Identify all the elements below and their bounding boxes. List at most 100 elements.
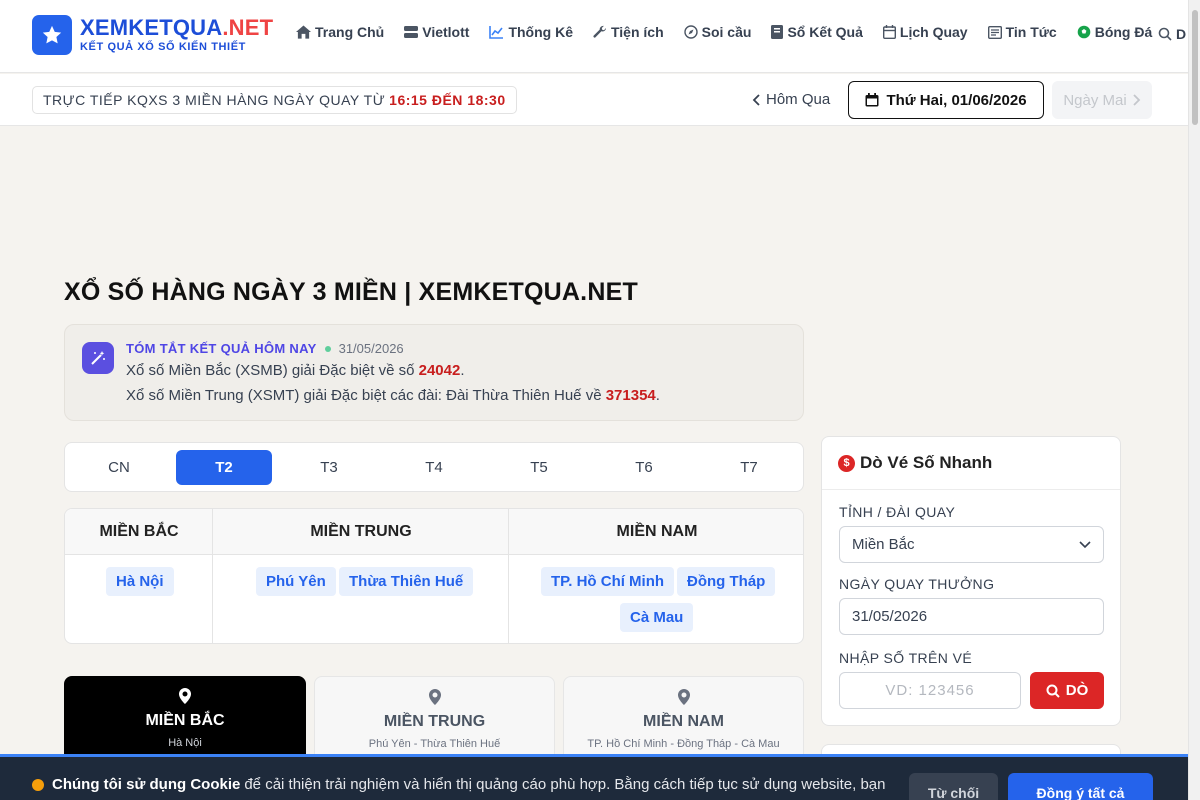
check-ticket-button[interactable]: DÒ	[1030, 672, 1104, 709]
nav-label: Tiện ích	[610, 24, 664, 40]
divider	[508, 509, 509, 643]
page-title: XỔ SỐ HÀNG NGÀY 3 MIỀN | XEMKETQUA.NET	[64, 278, 638, 306]
tab-t3[interactable]: T3	[281, 450, 377, 485]
tab-t7[interactable]: T7	[701, 450, 797, 485]
next-day-label: Ngày Mai	[1063, 91, 1127, 109]
logo-title-domain: .NET	[222, 15, 274, 40]
result-tab-name: MIỀN BẮC	[145, 712, 225, 729]
header-mien-trung: MIỀN TRUNG	[213, 509, 509, 555]
site-logo[interactable]: XEMKETQUA.NET KẾT QUẢ XỔ SỐ KIẾN THIẾT	[32, 15, 273, 55]
accept-all-cookies-button[interactable]: Đồng ý tất cả	[1008, 773, 1153, 800]
chevron-right-icon	[1133, 94, 1140, 106]
prev-day-button[interactable]: Hôm Qua	[752, 91, 830, 108]
result-tab-mien-bac[interactable]: MIỀN BẮC Hà Nội	[64, 676, 306, 766]
cookie-heading: Chúng tôi sử dụng Cookie	[52, 776, 241, 793]
station-ca-mau[interactable]: Cà Mau	[620, 603, 694, 632]
card-header: $ Dò Vé Số Nhanh	[822, 437, 1120, 490]
nav-label: Soi cầu	[701, 24, 752, 40]
province-select[interactable]: Miền Bắc	[839, 526, 1104, 563]
nav-thong-ke[interactable]: Thống Kê	[489, 24, 573, 40]
nav-bong-da[interactable]: Bóng Đá	[1077, 24, 1152, 40]
logo-title-main: XEMKETQUA	[80, 15, 223, 40]
ticket-number-placeholder: VD: 123456	[885, 682, 975, 699]
nav-soi-cau[interactable]: Soi cầu	[683, 24, 752, 40]
date-picker-button[interactable]: Thứ Hai, 01/06/2026	[848, 81, 1044, 119]
server-icon	[404, 25, 419, 38]
summary-line-xsmt: Xổ số Miền Trung (XSMT) giải Đặc biệt cá…	[126, 387, 660, 404]
site-header: XEMKETQUA.NET KẾT QUẢ XỔ SỐ KIẾN THIẾT T…	[0, 0, 1188, 73]
nav-tien-ich[interactable]: Tiện ích	[593, 24, 664, 40]
result-tab-name: MIỀN NAM	[643, 713, 724, 730]
divider	[212, 509, 213, 643]
draw-date-value: 31/05/2026	[852, 608, 928, 625]
nav-search-label: D	[1176, 26, 1187, 42]
summary-line-text: Xổ số Miền Bắc (XSMB) giải Đặc biệt về s…	[126, 362, 415, 379]
prev-day-label: Hôm Qua	[766, 91, 831, 108]
compass-icon	[683, 25, 698, 39]
card-title: Dò Vé Số Nhanh	[860, 453, 993, 472]
scrollbar-thumb[interactable]	[1192, 10, 1198, 125]
tab-t5[interactable]: T5	[491, 450, 587, 485]
tab-t4[interactable]: T4	[386, 450, 482, 485]
calendar-icon	[865, 93, 879, 107]
search-icon	[1046, 684, 1060, 698]
station-ha-noi[interactable]: Hà Nội	[106, 567, 174, 596]
station-dong-thap[interactable]: Đồng Tháp	[677, 567, 776, 596]
chevron-down-icon	[1079, 540, 1091, 548]
header-mien-nam: MIỀN NAM	[509, 509, 803, 555]
wrench-icon	[593, 25, 606, 38]
weekday-tabs: CN T2 T3 T4 T5 T6 T7	[64, 442, 804, 492]
nav-vietlott[interactable]: Vietlott	[404, 24, 469, 40]
magic-wand-icon	[82, 342, 114, 374]
nav-label: Sổ Kết Quả	[787, 24, 863, 40]
dollar-icon: $	[838, 454, 855, 472]
result-tab-mien-nam[interactable]: MIỀN NAM TP. Hồ Chí Minh - Đồng Tháp - C…	[563, 676, 804, 766]
nav-tin-tuc[interactable]: Tin Tức	[987, 24, 1057, 40]
map-pin-icon	[677, 689, 690, 705]
ticket-number-input[interactable]: VD: 123456	[839, 672, 1021, 709]
nav-lich-quay[interactable]: Lịch Quay	[882, 24, 968, 40]
page-scrollbar[interactable]	[1188, 0, 1200, 800]
summary-heading: TÓM TẮT KẾT QUẢ HÔM NAY	[126, 341, 317, 356]
map-pin-icon	[179, 688, 191, 704]
nav-label: Tin Tức	[1005, 24, 1057, 40]
calendar-icon	[882, 25, 896, 39]
current-date-label: Thứ Hai, 01/06/2026	[886, 91, 1027, 109]
nav-label: Thống Kê	[508, 24, 573, 40]
nav-so-ket-qua[interactable]: Sổ Kết Quả	[771, 24, 863, 40]
map-pin-icon	[428, 689, 441, 705]
tab-cn[interactable]: CN	[71, 450, 167, 485]
xsmt-special-number: 371354	[605, 387, 656, 404]
reject-cookies-button[interactable]: Từ chối	[909, 773, 998, 800]
newspaper-icon	[987, 25, 1002, 39]
province-value: Miền Bắc	[852, 536, 915, 553]
result-tab-stations: Hà Nội	[168, 737, 202, 749]
station-tp-ho-chi-minh[interactable]: TP. Hồ Chí Minh	[541, 567, 675, 596]
region-schedule-table: MIỀN BẮC MIỀN TRUNG MIỀN NAM Hà Nội Phú …	[64, 508, 804, 644]
check-ticket-label: DÒ	[1065, 682, 1089, 699]
nav-home[interactable]: Trang Chủ	[296, 24, 384, 40]
cookie-banner: Chúng tôi sử dụng Cookie để cải thiện tr…	[0, 754, 1188, 800]
live-text: TRỰC TIẾP KQXS 3 MIỀN HÀNG NGÀY QUAY TỪ	[43, 92, 386, 108]
tab-t2[interactable]: T2	[176, 450, 272, 485]
header-mien-bac: MIỀN BẮC	[65, 509, 213, 555]
next-day-button[interactable]: Ngày Mai	[1052, 81, 1152, 119]
station-phu-yen[interactable]: Phú Yên	[256, 567, 336, 596]
draw-date-input[interactable]: 31/05/2026	[839, 598, 1104, 635]
station-thua-thien-hue[interactable]: Thừa Thiên Huế	[339, 567, 474, 596]
main-nav: Trang Chủ Vietlott Thống Kê Tiện ích Soi…	[296, 24, 1172, 40]
summary-date: 31/05/2026	[338, 341, 404, 356]
soccer-ball-icon	[1077, 25, 1091, 39]
result-tab-mien-trung[interactable]: MIỀN TRUNG Phú Yên - Thừa Thiên Huế	[314, 676, 555, 766]
tab-t6[interactable]: T6	[596, 450, 692, 485]
nav-label: Trang Chủ	[315, 24, 385, 40]
nav-label: Vietlott	[422, 24, 470, 40]
nav-label: Lịch Quay	[899, 24, 968, 40]
today-summary-card: TÓM TẮT KẾT QUẢ HÔM NAY 31/05/2026 Xổ số…	[64, 324, 804, 421]
chevron-left-icon	[752, 93, 760, 106]
cookie-icon	[32, 778, 44, 791]
ticket-number-label: NHẬP SỐ TRÊN VÉ	[839, 650, 973, 666]
search-icon	[1158, 27, 1172, 41]
result-tab-name: MIỀN TRUNG	[383, 713, 486, 730]
nav-search[interactable]: D	[1158, 26, 1186, 42]
